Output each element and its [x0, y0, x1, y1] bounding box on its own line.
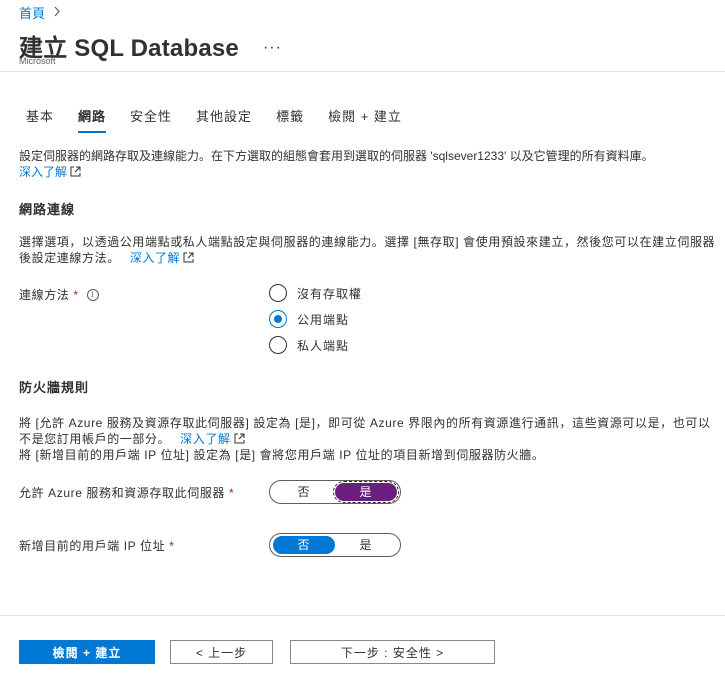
allow-azure-yes-option[interactable]: 是 [333, 481, 399, 503]
next-security-button[interactable]: 下一步 : 安全性 > [290, 640, 495, 664]
radio-label-public-endpoint: 公用端點 [297, 312, 350, 327]
tab-tags[interactable]: 標籤 [276, 106, 304, 133]
add-client-ip-toggle[interactable]: 否 是 [269, 533, 401, 557]
add-client-ip-yes-option[interactable]: 是 [335, 536, 397, 554]
network-learn-more-link[interactable]: 深入了解 [130, 251, 194, 265]
external-link-icon [234, 433, 245, 444]
radio-no-access[interactable]: 沒有存取權 [269, 284, 362, 302]
radio-label-private-endpoint: 私人端點 [297, 338, 350, 353]
external-link-icon [70, 166, 81, 177]
intro-text: 設定伺服器的網路存取及連線能力。在下方選取的組態會套用到選取的伺服器 'sqls… [19, 148, 719, 180]
allow-azure-no-option[interactable]: 否 [273, 483, 335, 501]
firewall-description-2: 將 [新增目前的用戶端 IP 位址] 設定為 [是] 會將您用戶端 IP 位址的… [19, 448, 545, 462]
required-marker: * [73, 287, 79, 302]
connectivity-method-text: 連線方法 [19, 288, 70, 302]
add-client-ip-text: 新增目前的用戶端 IP 位址 [19, 539, 166, 553]
firewall-description-text: 將 [允許 Azure 服務及資源存取此伺服器] 設定為 [是]，即可從 Azu… [19, 416, 711, 446]
review-create-button[interactable]: 檢閱 + 建立 [19, 640, 155, 664]
chevron-right-icon [53, 6, 61, 20]
radio-button-public-endpoint[interactable] [269, 310, 287, 328]
radio-private-endpoint[interactable]: 私人端點 [269, 336, 349, 354]
radio-label-no-access: 沒有存取權 [297, 286, 363, 301]
footer-divider [0, 615, 725, 616]
radio-button-no-access[interactable] [269, 284, 287, 302]
intro-learn-more-label: 深入了解 [19, 165, 68, 179]
intro-description: 設定伺服器的網路存取及連線能力。在下方選取的組態會套用到選取的伺服器 'sqls… [19, 149, 654, 163]
firewall-rules-heading: 防火牆規則 [19, 380, 90, 395]
intro-learn-more-link[interactable]: 深入了解 [19, 165, 81, 179]
network-learn-more-label: 深入了解 [129, 251, 181, 265]
add-client-ip-no-option[interactable]: 否 [273, 536, 335, 554]
required-marker: * [229, 485, 235, 500]
tab-review-create[interactable]: 檢閱 + 建立 [328, 106, 402, 133]
tab-bar: 基本 網路 安全性 其他設定 標籤 檢閱 + 建立 [26, 106, 426, 133]
allow-azure-label: 允許 Azure 服務和資源存取此伺服器 * [19, 484, 234, 501]
tab-networking[interactable]: 網路 [78, 106, 107, 133]
radio-public-endpoint[interactable]: 公用端點 [269, 310, 349, 328]
publisher-label: Microsoft [19, 56, 56, 66]
network-connectivity-text: 選擇選項，以透過公用端點或私人端點設定與伺服器的連線能力。選擇 [無存取] 會使… [19, 235, 716, 265]
network-connectivity-description: 選擇選項，以透過公用端點或私人端點設定與伺服器的連線能力。選擇 [無存取] 會使… [19, 234, 719, 266]
tab-security[interactable]: 安全性 [130, 106, 172, 133]
allow-azure-text: 允許 Azure 服務和資源存取此伺服器 [19, 486, 226, 500]
add-client-ip-label: 新增目前的用戶端 IP 位址 * [19, 537, 174, 554]
firewall-description: 將 [允許 Azure 服務及資源存取此伺服器] 設定為 [是]，即可從 Azu… [19, 415, 719, 463]
connectivity-method-label: 連線方法 * i [19, 286, 99, 303]
title-row: 建立 SQL Database ··· [19, 28, 282, 63]
radio-button-private-endpoint[interactable] [269, 336, 287, 354]
header-divider [0, 71, 725, 72]
tab-basics[interactable]: 基本 [26, 106, 54, 133]
breadcrumb-home-link[interactable]: 首頁 [19, 3, 45, 22]
external-link-icon [183, 252, 194, 263]
breadcrumb: 首頁 [19, 3, 61, 22]
tab-additional-settings[interactable]: 其他設定 [196, 106, 252, 133]
allow-azure-toggle[interactable]: 否 是 [269, 480, 401, 504]
info-icon[interactable]: i [86, 288, 99, 301]
more-options-icon[interactable]: ··· [263, 39, 282, 57]
network-connectivity-heading: 網路連線 [19, 202, 76, 217]
firewall-learn-more-label: 深入了解 [180, 432, 231, 446]
previous-button[interactable]: < 上一步 [170, 640, 273, 664]
required-marker: * [169, 538, 175, 553]
firewall-learn-more-link[interactable]: 深入了解 [180, 432, 245, 446]
